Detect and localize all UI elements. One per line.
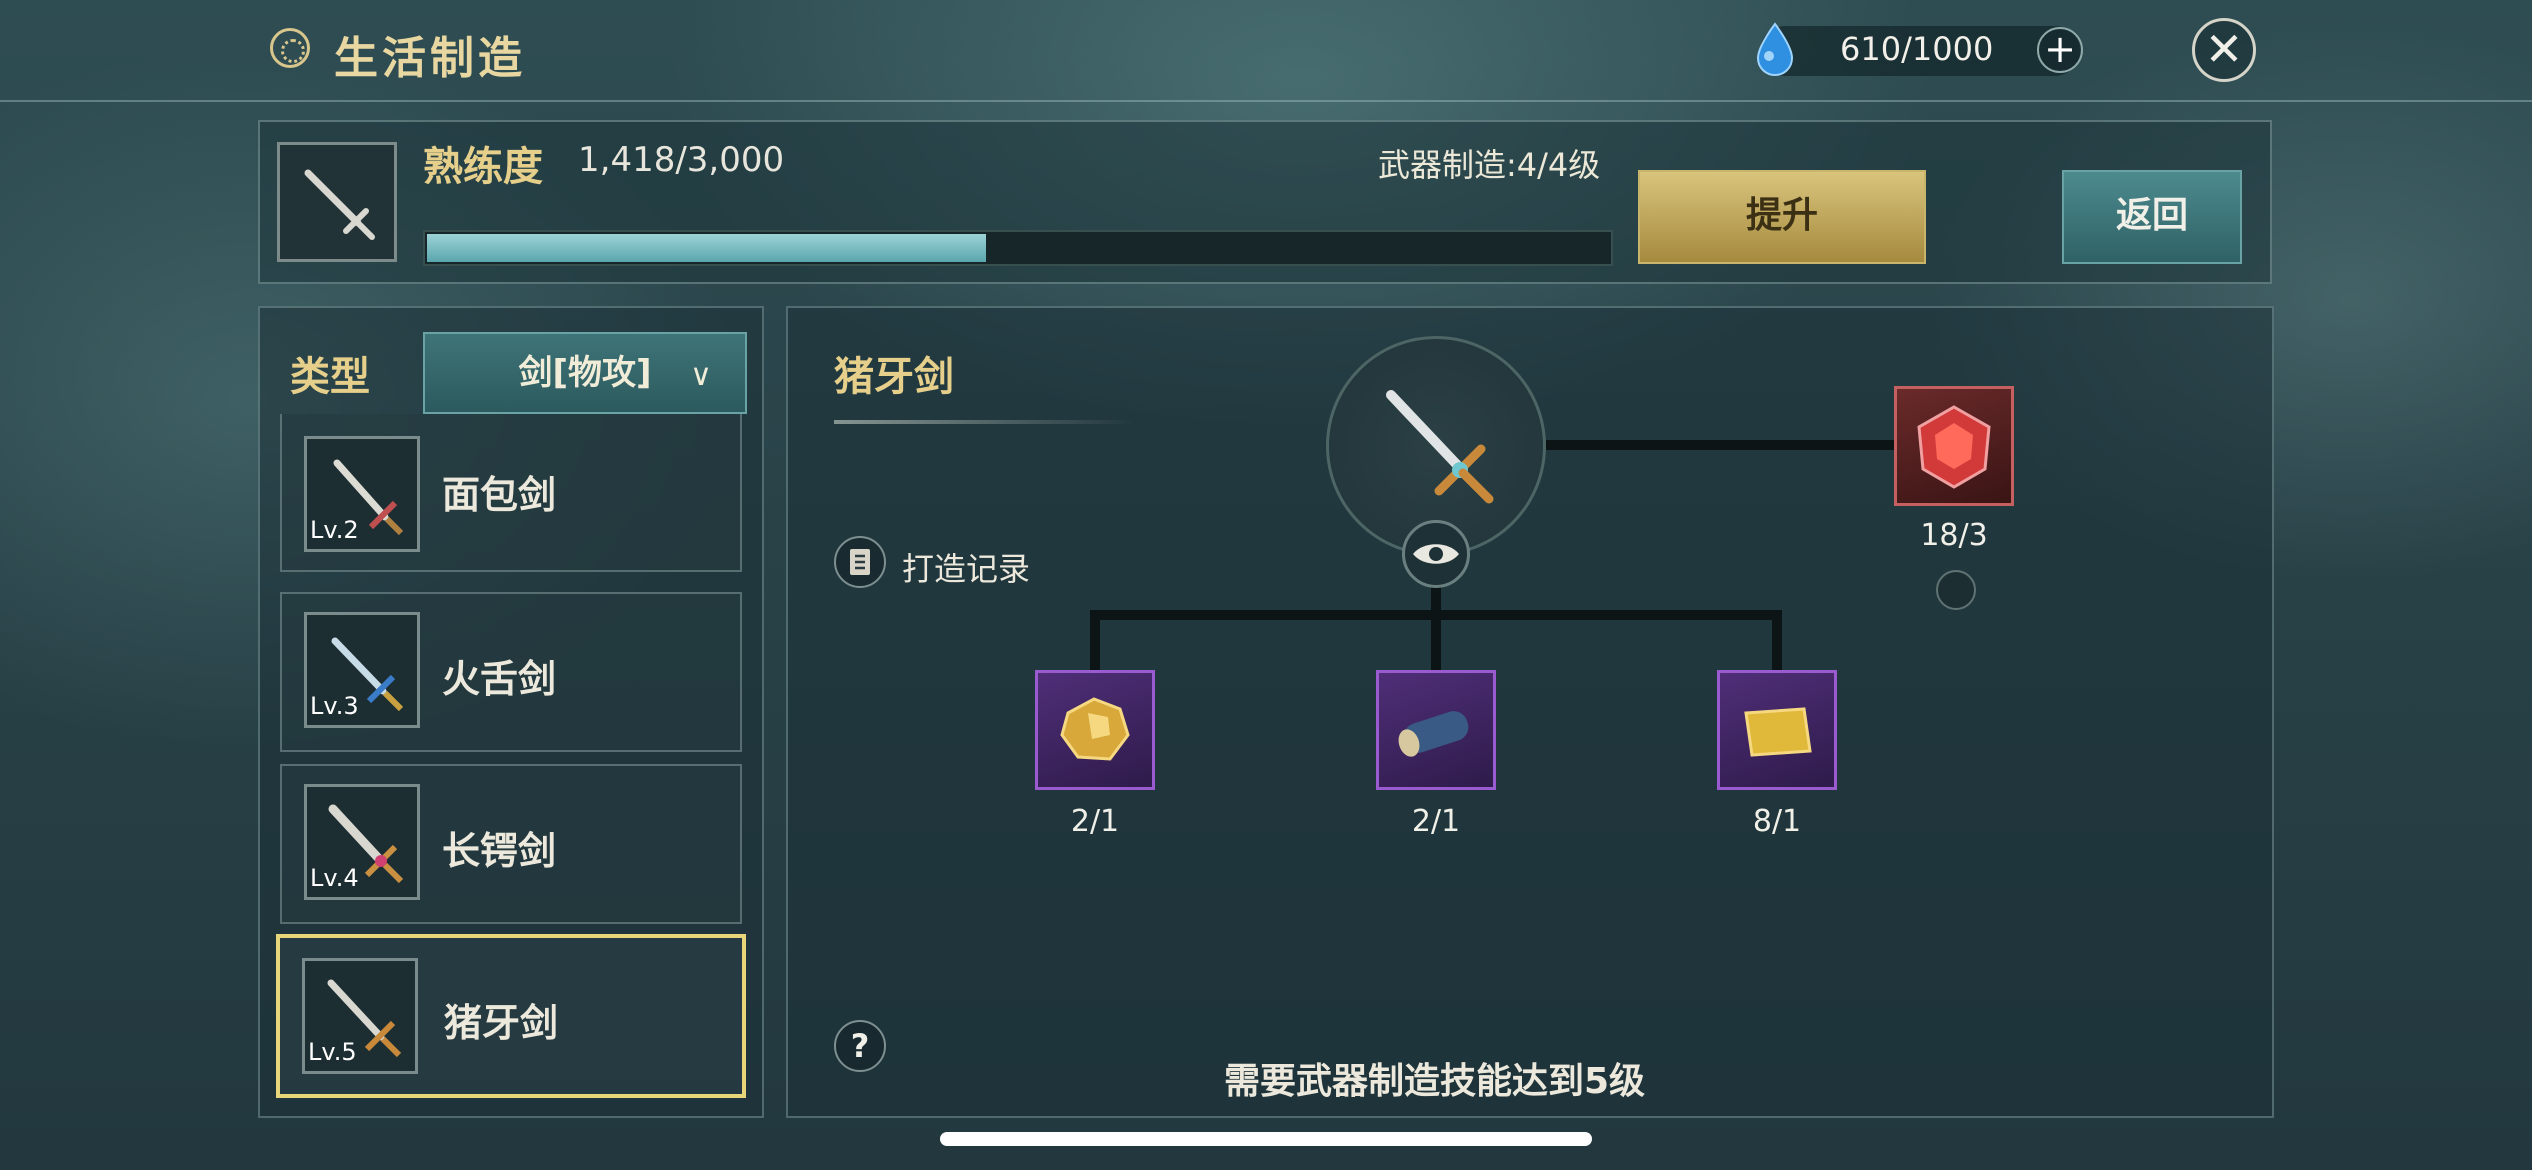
page-title: 生活制造 [334, 33, 526, 84]
connector-line [1431, 610, 1441, 670]
help-button[interactable]: ? [834, 1020, 886, 1072]
sword-skill-icon [277, 142, 397, 262]
requirement-text: 需要武器制造技能达到5级 [1224, 1061, 1646, 1102]
material-slot[interactable] [1717, 670, 1837, 790]
catalyst-toggle[interactable] [1936, 570, 1976, 610]
add-resource-button[interactable]: + [2037, 27, 2083, 73]
proficiency-label: 熟练度 [423, 144, 543, 190]
catalyst-count: 18/3 [1920, 518, 1988, 553]
proficiency-value: 1,418/3,000 [578, 140, 785, 180]
recipe-title: 猪牙剑 [834, 354, 954, 400]
header-divider [0, 100, 2532, 102]
connector-line [1090, 610, 1100, 670]
material-slot[interactable] [1376, 670, 1496, 790]
item-name: 长锷剑 [442, 829, 557, 873]
item-level: Lv.3 [310, 692, 359, 720]
gold-sheet-icon [1744, 707, 1812, 757]
home-indicator[interactable] [940, 1132, 1592, 1146]
item-level: Lv.2 [310, 516, 359, 544]
resource-value: 610/1000 [1840, 30, 1994, 68]
close-button[interactable]: ✕ [2192, 18, 2256, 82]
record-icon[interactable] [834, 536, 886, 588]
proficiency-progress-fill [427, 234, 986, 262]
list-item[interactable]: Lv.3 火舌剑 [280, 592, 742, 752]
item-level: Lv.5 [308, 1038, 357, 1066]
proficiency-progress-bar [423, 230, 1613, 266]
red-gem-icon [1917, 405, 1991, 489]
wood-log-icon [1398, 711, 1469, 757]
eye-icon[interactable] [1402, 520, 1470, 588]
connector-line [1772, 610, 1782, 670]
list-item[interactable]: Lv.2 面包剑 [280, 414, 742, 572]
weapon-crafting-level: 武器制造:4/4级 [1378, 146, 1601, 184]
crafting-record-link[interactable]: 打造记录 [902, 544, 1030, 590]
item-name: 火舌剑 [442, 657, 557, 701]
list-item[interactable]: Lv.4 长锷剑 [280, 764, 742, 924]
connector-line [1546, 440, 1894, 450]
list-item-selected[interactable]: Lv.5 猪牙剑 [276, 934, 746, 1098]
material-count: 8/1 [1752, 804, 1802, 839]
item-level: Lv.4 [310, 864, 359, 892]
crafting-icon [270, 28, 310, 68]
material-count: 2/1 [1411, 804, 1461, 839]
gold-ore-icon [1060, 697, 1130, 761]
chevron-down-icon: ∨ [690, 358, 712, 393]
item-name: 猪牙剑 [444, 1001, 559, 1045]
item-name: 面包剑 [442, 473, 557, 517]
title-underline [834, 420, 1134, 424]
catalyst-slot[interactable] [1894, 386, 2014, 506]
upgrade-button[interactable]: 提升 [1638, 170, 1926, 264]
water-drop-icon [1756, 22, 1794, 77]
material-slot[interactable] [1035, 670, 1155, 790]
type-filter-label: 类型 [290, 354, 370, 400]
material-count: 2/1 [1070, 804, 1120, 839]
return-button[interactable]: 返回 [2062, 170, 2242, 264]
